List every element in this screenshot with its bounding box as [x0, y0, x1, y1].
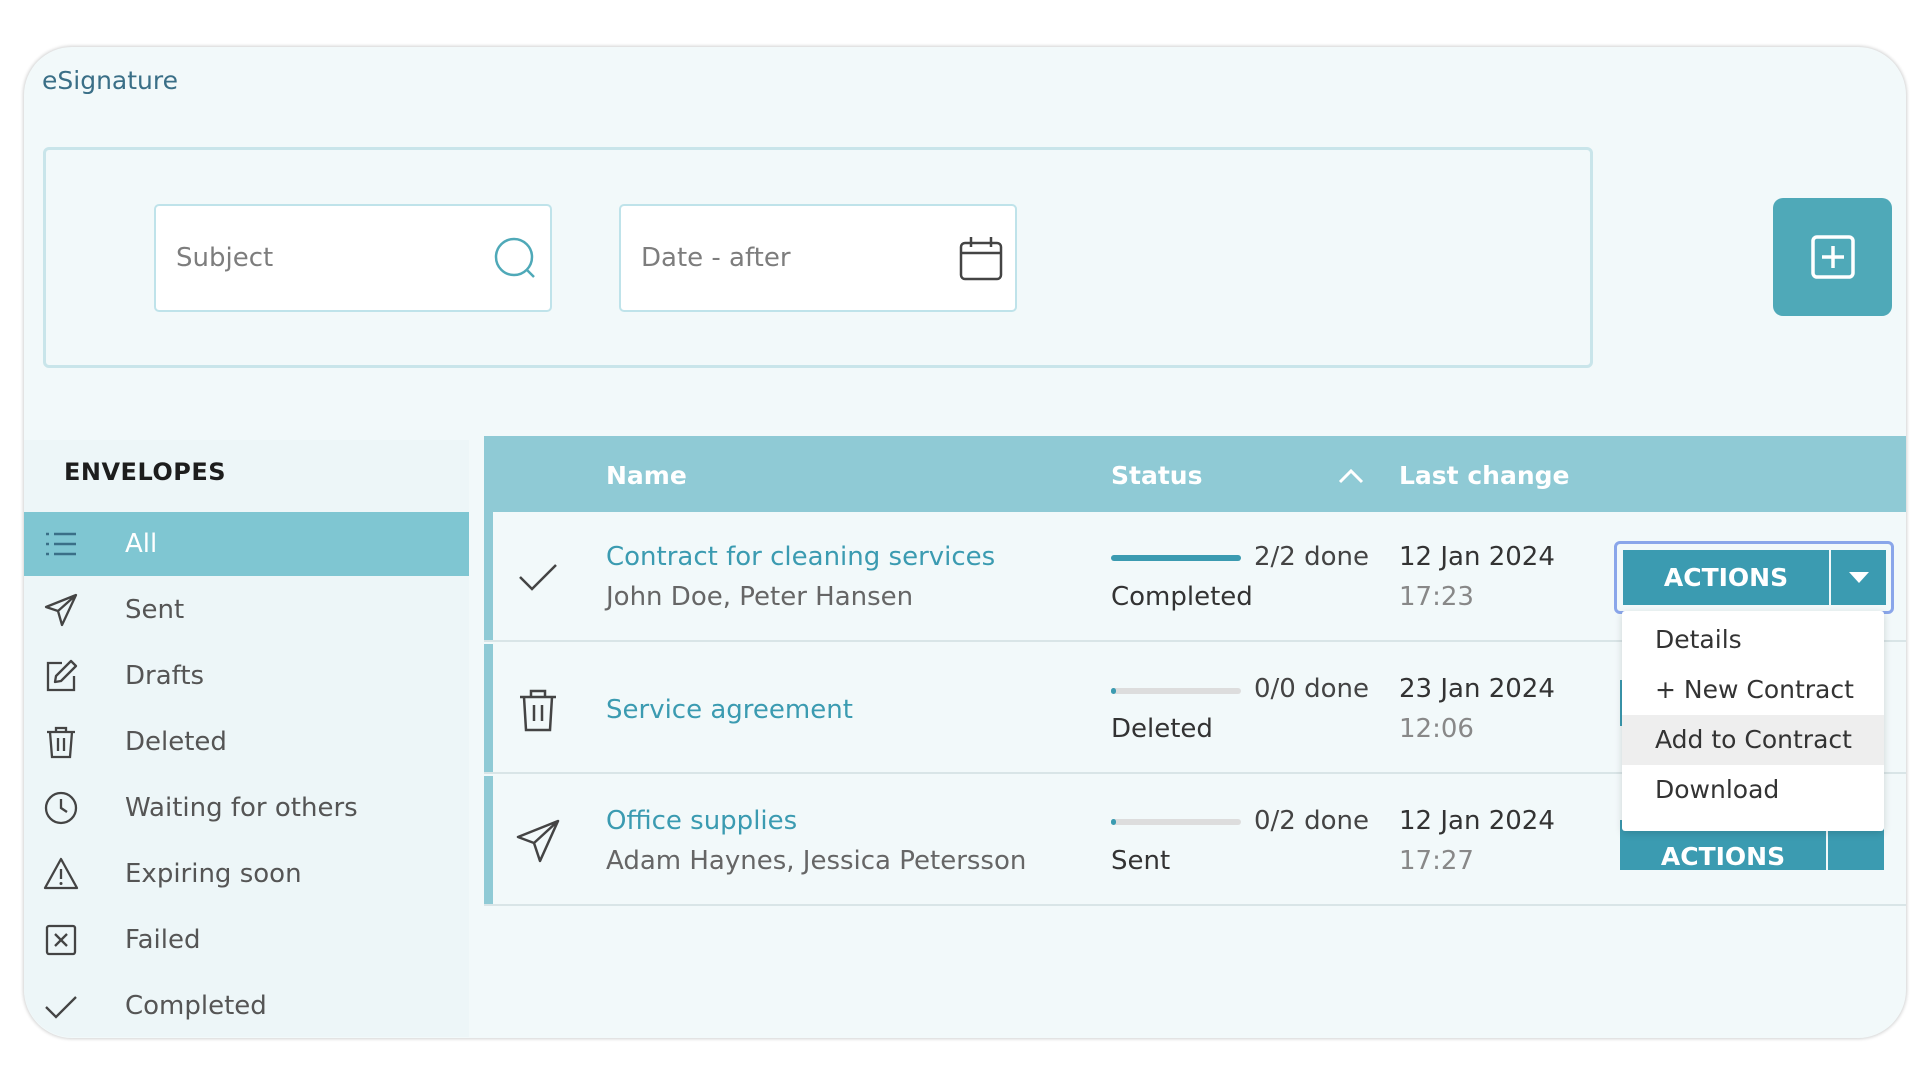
- sidebar-item-failed[interactable]: Failed: [24, 908, 469, 972]
- date-after-field[interactable]: Date - after: [619, 204, 1017, 312]
- envelope-recipients: Adam Haynes, Jessica Petersson: [606, 846, 1027, 876]
- column-last-change-header[interactable]: Last change: [1399, 461, 1569, 490]
- sidebar-item-expiring-soon[interactable]: Expiring soon: [24, 842, 469, 906]
- progress-text: 2/2 done: [1254, 542, 1369, 572]
- last-change-date: 12 Jan 2024: [1399, 806, 1555, 836]
- column-status-header[interactable]: Status: [1111, 461, 1202, 490]
- list-icon: [46, 532, 76, 556]
- clock-icon: [44, 791, 78, 825]
- app-title: eSignature: [42, 66, 178, 95]
- trash-icon: [47, 726, 75, 759]
- row-accent-bar: [484, 512, 493, 640]
- sidebar-item-label: Waiting for others: [125, 793, 358, 823]
- row-1-actions-button-group[interactable]: ACTIONS: [1614, 541, 1894, 614]
- sidebar-item-label: Drafts: [125, 661, 205, 691]
- envelope-name-link[interactable]: Office supplies: [606, 806, 797, 836]
- sidebar-item-label: Sent: [125, 595, 185, 625]
- search-icon[interactable]: [490, 233, 542, 285]
- subject-placeholder: Subject: [176, 243, 274, 273]
- sidebar-item-label: All: [125, 529, 158, 559]
- actions-button-label: ACTIONS: [1660, 842, 1786, 870]
- row-accent-bar: [484, 776, 493, 904]
- check-icon: [45, 996, 77, 1019]
- caret-down-icon: [1848, 571, 1869, 583]
- progress-fill: [1111, 819, 1117, 825]
- plus-square-icon: [1810, 235, 1855, 279]
- send-icon: [516, 819, 560, 863]
- actions-dropdown-toggle[interactable]: [1831, 550, 1886, 605]
- sidebar-item-label: Deleted: [125, 727, 227, 757]
- sidebar-item-all[interactable]: All: [24, 512, 469, 576]
- table-header: Name Status Last change: [484, 436, 1906, 512]
- progress-text: 0/2 done: [1254, 806, 1369, 836]
- sidebar-item-deleted[interactable]: Deleted: [24, 710, 469, 774]
- date-placeholder: Date - after: [641, 243, 791, 273]
- column-name-header[interactable]: Name: [606, 461, 687, 490]
- progress-fill: [1111, 688, 1117, 694]
- menu-item-new-contract[interactable]: + New Contract: [1622, 665, 1884, 715]
- x-box-icon: [45, 924, 77, 956]
- sidebar-item-drafts[interactable]: Drafts: [24, 644, 469, 708]
- send-icon: [44, 593, 78, 627]
- progress-bar: [1111, 819, 1241, 825]
- menu-item-add-to-contract[interactable]: Add to Contract: [1622, 715, 1884, 765]
- edit-icon: [46, 659, 78, 692]
- actions-dropdown-menu: Details + New Contract Add to Contract D…: [1622, 611, 1884, 831]
- last-change-date: 12 Jan 2024: [1399, 542, 1555, 572]
- last-change-time: 12:06: [1399, 714, 1474, 744]
- progress-bar: [1111, 688, 1241, 694]
- new-envelope-button[interactable]: [1773, 198, 1892, 316]
- progress-fill: [1111, 555, 1241, 561]
- status-text: Deleted: [1111, 714, 1213, 744]
- menu-item-details[interactable]: Details: [1622, 615, 1884, 665]
- sidebar-item-label: Completed: [125, 991, 267, 1021]
- envelope-name-link[interactable]: Service agreement: [606, 695, 853, 725]
- last-change-time: 17:23: [1399, 582, 1474, 612]
- sidebar-item-label: Expiring soon: [125, 859, 302, 889]
- sidebar-item-waiting-for-others[interactable]: Waiting for others: [24, 776, 469, 840]
- progress-text: 0/0 done: [1254, 674, 1369, 704]
- sidebar-item-label: Failed: [125, 925, 201, 955]
- check-icon: [519, 564, 557, 591]
- menu-item-download[interactable]: Download: [1622, 765, 1884, 815]
- status-text: Completed: [1111, 582, 1253, 612]
- calendar-icon[interactable]: [955, 233, 1007, 285]
- warning-icon: [43, 857, 79, 890]
- envelope-name-link[interactable]: Contract for cleaning services: [606, 542, 995, 572]
- row-accent-bar: [484, 644, 493, 772]
- sidebar-item-sent[interactable]: Sent: [24, 578, 469, 642]
- last-change-time: 17:27: [1399, 846, 1474, 876]
- trash-icon: [520, 689, 556, 732]
- sort-ascending-icon[interactable]: [1336, 461, 1366, 491]
- progress-bar: [1111, 555, 1241, 561]
- sidebar-title: ENVELOPES: [64, 458, 227, 486]
- actions-button[interactable]: ACTIONS: [1623, 550, 1829, 605]
- envelope-recipients: John Doe, Peter Hansen: [606, 582, 914, 612]
- subject-search-field[interactable]: Subject: [154, 204, 552, 312]
- sidebar-item-completed[interactable]: Completed: [24, 974, 469, 1038]
- status-text: Sent: [1111, 846, 1171, 876]
- last-change-date: 23 Jan 2024: [1399, 674, 1555, 704]
